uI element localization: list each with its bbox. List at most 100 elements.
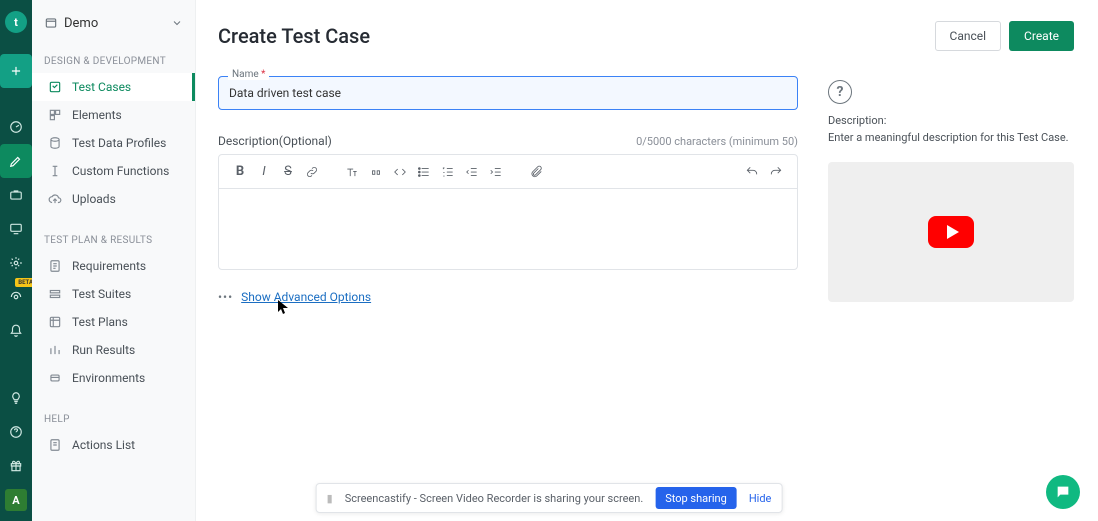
notifications-icon[interactable] [0,314,32,348]
sidebar-item-label: Requirements [72,259,146,273]
name-label: Name * [228,69,269,80]
italic-button[interactable]: I [253,161,275,183]
app-logo[interactable]: t [0,6,32,38]
name-input[interactable] [218,76,798,110]
plans-icon [48,315,62,329]
help-video[interactable] [828,162,1074,302]
editor-toolbar: B I S [219,155,797,189]
requirements-icon [48,259,62,273]
sidebar-item-label: Test Data Profiles [72,136,166,150]
environments-icon [48,371,62,385]
sidebar-item-elements[interactable]: Elements [32,101,195,129]
sidebar-item-custom-functions[interactable]: Custom Functions [32,157,195,185]
logo-letter: t [5,11,27,33]
chevron-down-icon [171,17,183,29]
form-column: Name * Description(Optional) 0/5000 char… [218,66,798,304]
info-panel: ? Description: Enter a meaningful descri… [828,66,1074,304]
description-label: Description(Optional) [218,134,332,148]
sidebar-item-actions-list[interactable]: Actions List [32,431,195,459]
page-title: Create Test Case [218,24,370,48]
sidebar-item-environments[interactable]: Environments [32,364,195,392]
sidebar-item-label: Elements [72,108,122,122]
sidebar-item-label: Run Results [72,343,135,357]
sidebar-item-label: Custom Functions [72,164,169,178]
section-help: HELP [32,404,195,431]
quote-button[interactable] [365,161,387,183]
info-text: Enter a meaningful description for this … [828,131,1074,144]
link-button[interactable] [301,161,323,183]
section-plan: TEST PLAN & RESULTS [32,225,195,252]
share-app-icon: ▮ [327,492,333,505]
bullet-list-button[interactable] [413,161,435,183]
suites-icon [48,287,62,301]
idea-icon[interactable] [0,381,32,415]
actions-icon [48,438,62,452]
name-field-wrap: Name * [218,76,798,110]
sidebar-item-label: Test Cases [72,80,131,94]
sidebar-item-uploads[interactable]: Uploads [32,185,195,213]
redo-button[interactable] [765,161,787,183]
sidebar-item-test-cases[interactable]: Test Cases [32,73,195,101]
sidebar: Demo DESIGN & DEVELOPMENT Test Cases Ele… [32,0,196,521]
monitor-icon[interactable] [0,212,32,246]
sidebar-item-requirements[interactable]: Requirements [32,252,195,280]
function-icon [48,164,62,178]
question-icon: ? [828,80,852,104]
sidebar-item-label: Test Suites [72,287,131,301]
description-counter: 0/5000 characters (minimum 50) [636,135,798,148]
briefcase-icon[interactable] [0,178,32,212]
chat-fab[interactable] [1046,475,1080,509]
database-icon [48,136,62,150]
strikethrough-button[interactable]: S [277,161,299,183]
description-textarea[interactable] [219,189,797,269]
cancel-button[interactable]: Cancel [935,21,1002,51]
test-cases-icon [48,80,62,94]
advanced-options-row: ••• Show Advanced Options [218,290,798,304]
sidebar-item-label: Environments [72,371,145,385]
avatar-initial: A [5,489,27,511]
sidebar-item-test-suites[interactable]: Test Suites [32,280,195,308]
section-design: DESIGN & DEVELOPMENT [32,46,195,73]
share-text: Screencastify - Screen Video Recorder is… [345,492,644,505]
stop-sharing-button[interactable]: Stop sharing [655,487,737,509]
sidebar-item-label: Test Plans [72,315,128,329]
undo-button[interactable] [741,161,763,183]
ellipsis-icon: ••• [218,290,233,304]
info-label: Description: [828,114,1074,127]
gift-icon[interactable] [0,449,32,483]
number-list-button[interactable] [437,161,459,183]
text-size-button[interactable] [341,161,363,183]
user-avatar[interactable]: A [0,483,32,517]
help-icon[interactable] [0,415,32,449]
main-content: Create Test Case Cancel Create Name * De… [196,0,1098,521]
design-icon[interactable] [0,144,32,178]
indent-button[interactable] [485,161,507,183]
bold-button[interactable]: B [229,161,251,183]
description-editor: B I S [218,154,798,270]
screen-share-bar: ▮ Screencastify - Screen Video Recorder … [316,483,783,513]
code-button[interactable] [389,161,411,183]
add-icon[interactable] [0,54,32,88]
plugins-icon[interactable]: BETA [0,280,32,314]
window-icon [44,16,58,30]
sidebar-item-label: Uploads [72,192,116,206]
sidebar-item-run-results[interactable]: Run Results [32,336,195,364]
elements-icon [48,108,62,122]
left-icon-rail: t BETA A [0,0,32,521]
project-selector[interactable]: Demo [32,0,195,46]
results-icon [48,343,62,357]
sidebar-item-test-plans[interactable]: Test Plans [32,308,195,336]
hide-share-bar-button[interactable]: Hide [749,492,772,505]
attachment-button[interactable] [525,161,547,183]
outdent-button[interactable] [461,161,483,183]
project-name: Demo [64,16,98,31]
play-icon [928,216,974,248]
settings-icon[interactable] [0,246,32,280]
create-button[interactable]: Create [1009,21,1074,51]
description-head: Description(Optional) 0/5000 characters … [218,134,798,148]
page-header: Create Test Case Cancel Create [218,14,1074,58]
dashboard-icon[interactable] [0,110,32,144]
show-advanced-link[interactable]: Show Advanced Options [241,290,371,304]
sidebar-item-label: Actions List [72,438,135,452]
sidebar-item-test-data[interactable]: Test Data Profiles [32,129,195,157]
